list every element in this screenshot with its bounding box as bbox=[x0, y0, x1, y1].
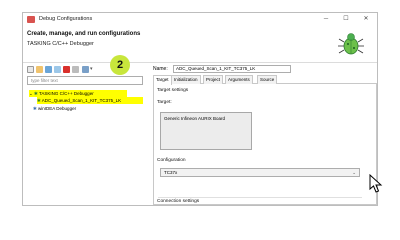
debug-bug-banner-icon bbox=[338, 33, 364, 55]
tree-item-adc-config[interactable]: ✱ ADC_Queued_Scan_1_KIT_TC375_LK bbox=[37, 97, 143, 104]
filter-input[interactable]: type filter text bbox=[27, 76, 143, 85]
close-button[interactable]: ✕ bbox=[359, 14, 373, 25]
tasking-debugger-icon: ✱ bbox=[34, 91, 38, 96]
name-input[interactable]: ADC_Queued_Scan_1_KIT_TC375_LK bbox=[173, 65, 291, 73]
configuration-list-pane: ▾ type filter text ⌄ ✱ TASKING C/C++ Deb… bbox=[26, 65, 148, 205]
new-config-icon[interactable] bbox=[27, 66, 34, 73]
mouse-pointer-icon bbox=[369, 174, 383, 193]
configuration-value: TC37x bbox=[164, 170, 178, 175]
winidea-debugger-icon: ✱ bbox=[33, 106, 37, 111]
filter-dropdown-icon[interactable]: ▾ bbox=[90, 66, 94, 73]
target-tab-panel: Target settings Target: Generic Infineon… bbox=[153, 84, 377, 205]
chevron-down-icon: ⌄ bbox=[352, 170, 356, 175]
launch-config-icon: ✱ bbox=[37, 98, 41, 103]
tree-item-winidea-debugger[interactable]: ✱ winIDEA Debugger bbox=[33, 105, 76, 112]
configuration-detail-pane: Name: ADC_Queued_Scan_1_KIT_TC375_LK Tar… bbox=[153, 65, 377, 205]
target-settings-heading: Target settings bbox=[157, 88, 189, 93]
debug-configurations-window: Debug Configurations ─ ☐ ✕ Create, manag… bbox=[22, 12, 378, 206]
dialog-subtitle: TASKING C/C++ Debugger bbox=[27, 41, 94, 47]
debug-bug-icon bbox=[27, 16, 35, 23]
delete-icon[interactable] bbox=[63, 66, 70, 73]
tab-initialization[interactable]: Initialization bbox=[171, 75, 201, 84]
config-tabs: Target Initialization Project Arguments … bbox=[153, 75, 377, 85]
target-list-item[interactable]: Generic Infineon AURIX Board bbox=[164, 116, 225, 121]
configuration-label: Configuration bbox=[157, 158, 186, 163]
configuration-select[interactable]: TC37x ⌄ bbox=[160, 168, 360, 177]
window-title: Debug Configurations bbox=[39, 16, 93, 22]
dialog-header: Create, manage, and run configurations T… bbox=[23, 27, 377, 63]
tree-item-label: TASKING C/C++ Debugger bbox=[39, 91, 94, 96]
tree-item-label: ADC_Queued_Scan_1_KIT_TC375_LK bbox=[41, 98, 122, 103]
title-bar: Debug Configurations ─ ☐ ✕ bbox=[23, 13, 377, 27]
config-tree: ⌄ ✱ TASKING C/C++ Debugger ✱ ADC_Queued_… bbox=[27, 86, 147, 196]
tree-item-label: winIDEA Debugger bbox=[38, 106, 77, 111]
tab-project[interactable]: Project bbox=[203, 75, 224, 84]
expand-arrow-icon[interactable]: ⌄ bbox=[29, 91, 33, 96]
tree-item-tasking-debugger[interactable]: ⌄ ✱ TASKING C/C++ Debugger bbox=[29, 90, 127, 97]
name-label: Name: bbox=[153, 66, 168, 72]
step-number-badge: 2 bbox=[110, 55, 130, 75]
duplicate-icon[interactable] bbox=[54, 66, 61, 73]
new-prototype-icon[interactable] bbox=[36, 66, 43, 73]
collapse-all-icon[interactable] bbox=[72, 66, 79, 73]
tab-source[interactable]: Source bbox=[257, 75, 278, 84]
dialog-title: Create, manage, and run configurations bbox=[27, 31, 141, 37]
export-icon[interactable] bbox=[45, 66, 52, 73]
section-divider bbox=[158, 197, 362, 198]
minimize-button[interactable]: ─ bbox=[319, 14, 333, 25]
tab-arguments[interactable]: Arguments bbox=[225, 75, 253, 84]
maximize-button[interactable]: ☐ bbox=[339, 14, 353, 25]
target-list[interactable]: Generic Infineon AURIX Board bbox=[160, 112, 252, 150]
target-label: Target: bbox=[157, 100, 172, 105]
filter-icon[interactable] bbox=[82, 66, 89, 73]
connection-settings-heading: Connection settings bbox=[157, 199, 200, 204]
